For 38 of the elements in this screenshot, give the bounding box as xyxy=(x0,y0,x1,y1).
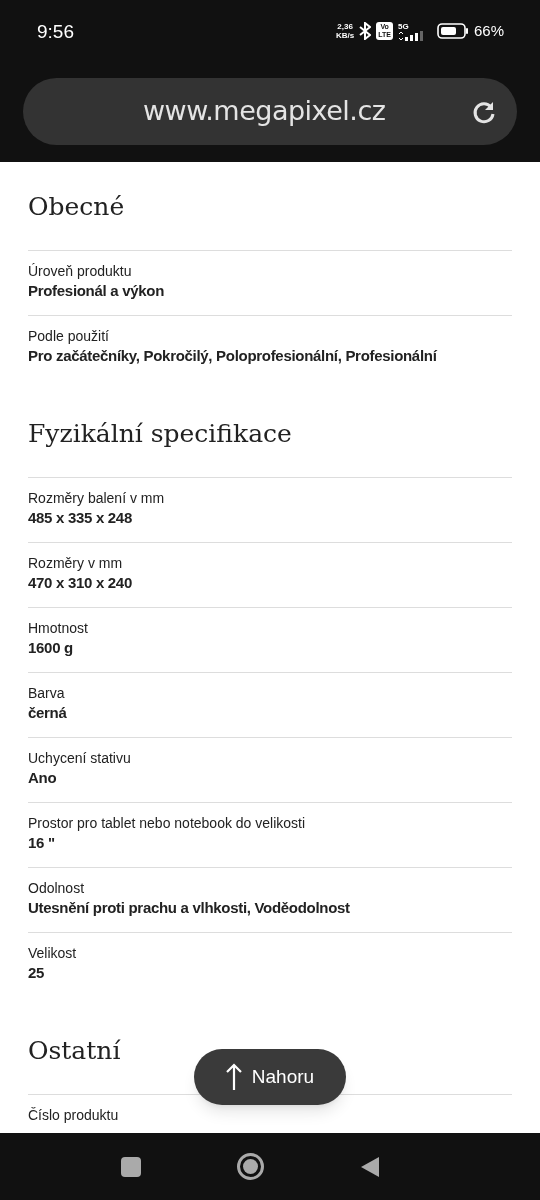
spec-value: 16 " xyxy=(28,833,56,853)
recent-apps-button[interactable] xyxy=(120,1156,141,1177)
spec-value: Utesnění proti prachu a vlhkosti, Voděodolnost xyxy=(28,898,351,918)
spec-label: Prostor pro tablet nebo notebook do velikosti xyxy=(28,814,307,833)
spec-value: 470 x 310 x 240 xyxy=(28,573,133,593)
back-icon[interactable] xyxy=(359,1155,380,1178)
spec-label: Odolnost xyxy=(28,879,86,898)
spec-value: Profesionál a výkon xyxy=(28,281,166,301)
section-heading: Obecné xyxy=(28,191,125,223)
back-to-top-button[interactable]: Nahoru xyxy=(194,1049,346,1105)
network-type: 5G xyxy=(397,21,409,31)
spec-value: Ano xyxy=(28,768,58,788)
spec-label: Hmotnost xyxy=(28,619,89,638)
spec-value: 1600 g xyxy=(28,638,74,658)
spec-value: Pro začátečníky, Pokročilý, Poloprofesionální, Profesionální xyxy=(28,346,438,366)
spec-value: 485 x 335 x 248 xyxy=(28,508,133,528)
spec-label: Rozměry balení v mm xyxy=(28,489,166,508)
bluetooth-icon xyxy=(359,22,372,40)
battery-icon xyxy=(436,23,469,39)
home-button[interactable] xyxy=(236,1153,264,1180)
signal-icon xyxy=(397,30,426,41)
spec-label: Podle použití xyxy=(28,327,110,346)
spec-label: Úroveň produktu xyxy=(28,262,133,281)
spec-label: Velikost xyxy=(28,944,78,963)
spec-value: 25 xyxy=(28,963,46,983)
address-bar[interactable]: www.megapixel.cz xyxy=(23,78,517,145)
section-heading: Ostatní xyxy=(28,1035,121,1067)
spec-label: Barva xyxy=(28,684,66,703)
url-text: www.megapixel.cz xyxy=(143,94,387,129)
spec-label: Rozměry v mm xyxy=(28,554,124,573)
battery-percentage: 66% xyxy=(473,20,504,41)
spec-value: černá xyxy=(28,703,68,723)
spec-label: Číslo produktu xyxy=(28,1106,120,1125)
section-heading: Fyzikální specifikace xyxy=(28,418,292,450)
clock-time: 9:56 xyxy=(37,19,74,44)
spec-label: Uchycení stativu xyxy=(28,749,132,768)
up-arrow-icon xyxy=(225,1063,242,1091)
network-speed: 2,36 KB/s xyxy=(336,22,355,40)
